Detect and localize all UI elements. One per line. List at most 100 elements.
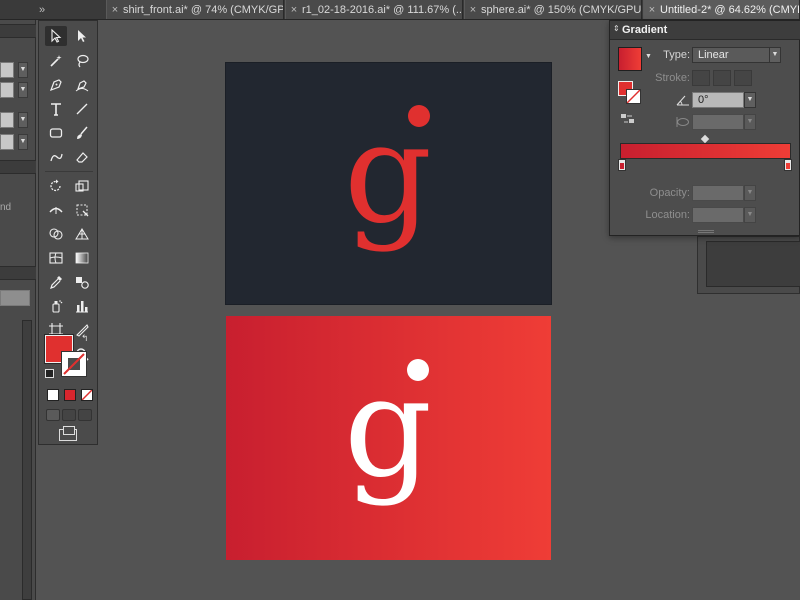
type-select-arrow[interactable]: ▼ [769,47,781,63]
swap-fill-stroke-icon[interactable]: ↰ [81,333,91,343]
dropdown-arrow[interactable]: ▼ [18,62,28,78]
stroke-across-button[interactable] [734,70,752,86]
gradient-stop-right[interactable] [784,159,792,171]
rectangle-tool[interactable] [45,123,67,143]
angle-icon [676,94,690,106]
line-segment-tool[interactable] [71,99,93,119]
close-icon[interactable]: × [644,0,660,19]
selection-tool[interactable] [45,26,67,46]
lasso-tool[interactable] [71,51,93,71]
tool-divider [45,171,93,172]
tab-untitled-2[interactable]: ×Untitled-2* @ 64.62% (CMYK/GPU P... [643,0,800,19]
value-field[interactable] [0,82,14,98]
gradient-slider[interactable] [620,143,791,159]
none-mode-button[interactable] [81,389,93,401]
panel-header[interactable] [0,266,36,280]
angle-field[interactable]: 0° [692,92,744,108]
panel-resize-grip[interactable] [698,230,714,233]
dropdown-arrow[interactable]: ▼ [18,82,28,98]
aspect-ratio-field[interactable] [692,114,744,130]
type-tool[interactable] [45,99,67,119]
tab-shirt-front[interactable]: × shirt_front.ai* @ 74% (CMYK/GP... [106,0,284,19]
close-icon[interactable]: × [107,0,123,19]
lasso-icon [77,54,89,68]
mesh-tool[interactable] [45,248,67,268]
aspect-ratio-dropdown-arrow[interactable]: ▼ [744,114,756,130]
value-field[interactable] [0,134,14,150]
default-fill-stroke-icon[interactable] [45,369,54,378]
opacity-field[interactable] [692,185,744,201]
g-logo-red: g [344,93,432,254]
stroke-swatch[interactable] [61,351,87,377]
mesh-icon [49,252,63,264]
location-field[interactable] [692,207,744,223]
stroke-swatch-mini[interactable] [626,89,641,104]
document-tab-bar: » × shirt_front.ai* @ 74% (CMYK/GP... × r1… [0,0,800,20]
reverse-gradient-icon[interactable] [620,113,636,125]
gradient-midpoint-diamond[interactable] [700,134,710,144]
curvature-pen-icon [75,80,89,92]
close-icon[interactable]: × [465,0,481,19]
scrollbar[interactable] [22,320,32,600]
partial-label: nd [0,202,12,213]
draw-normal-button[interactable] [46,409,60,421]
none-slash-icon [63,353,85,375]
opacity-dropdown-arrow[interactable]: ▼ [744,185,756,201]
paintbrush-tool[interactable] [71,123,93,143]
column-graph-tool[interactable] [71,296,93,316]
panel-header[interactable] [0,24,36,38]
perspective-grid-tool[interactable] [71,224,93,244]
shaper-tool[interactable] [45,147,67,167]
close-icon[interactable]: × [286,0,302,19]
collapse-icon[interactable]: ⇕ [613,24,620,33]
color-mode-button[interactable] [47,389,59,401]
arrow-icon [51,28,62,43]
shape-builder-icon [49,228,63,240]
gradient-swatch[interactable] [618,47,642,71]
curvature-tool[interactable] [71,75,93,95]
rotate-icon [50,179,61,192]
none-slash-icon [82,390,92,400]
panel-header[interactable] [0,160,36,174]
panel-header[interactable]: ⇕ Gradient [610,21,800,40]
type-select[interactable]: Linear [692,47,770,63]
panel-title: Gradient [622,24,668,36]
column-graph-icon [76,301,88,313]
free-transform-tool[interactable] [71,200,93,220]
location-dropdown-arrow[interactable]: ▼ [744,207,756,223]
magic-wand-tool[interactable] [45,51,67,71]
shape-builder-tool[interactable] [45,224,67,244]
gradient-mode-button[interactable] [64,389,76,401]
rotate-tool[interactable] [45,176,67,196]
width-tool[interactable] [45,200,67,220]
symbol-sprayer-tool[interactable] [45,296,67,316]
tab-sphere[interactable]: × sphere.ai* @ 150% (CMYK/GPU P... [464,0,642,19]
stroke-along-button[interactable] [713,70,731,86]
direct-selection-tool[interactable] [71,26,93,46]
eraser-tool[interactable] [71,147,93,167]
artboard-dark[interactable]: g [225,62,552,305]
angle-dropdown-arrow[interactable]: ▼ [744,92,756,108]
value-field[interactable] [0,112,14,128]
double-chevron-icon: » [38,4,46,16]
gradient-swatch-menu-arrow[interactable]: ▼ [645,53,652,60]
gradient-tool[interactable] [71,248,93,268]
dropdown-arrow[interactable]: ▼ [18,134,28,150]
pen-tool[interactable] [45,75,67,95]
tab-overflow-arrow[interactable]: » [34,0,50,19]
dropdown-arrow[interactable]: ▼ [18,112,28,128]
tab-r1[interactable]: × r1_02-18-2016.ai* @ 111.67% (... [285,0,463,19]
draw-inside-button[interactable] [78,409,92,421]
draw-behind-button[interactable] [62,409,76,421]
value-field[interactable] [0,290,30,306]
magic-wand-icon [50,55,62,67]
gradient-stop-left[interactable] [618,159,626,171]
scale-tool[interactable] [71,176,93,196]
screen-mode-button[interactable] [59,426,77,441]
value-field[interactable] [0,62,14,78]
shaper-icon [50,153,63,162]
eyedropper-tool[interactable] [45,272,67,292]
blend-tool[interactable] [71,272,93,292]
stroke-within-button[interactable] [692,70,710,86]
artboard-red-gradient[interactable]: g [226,316,551,560]
